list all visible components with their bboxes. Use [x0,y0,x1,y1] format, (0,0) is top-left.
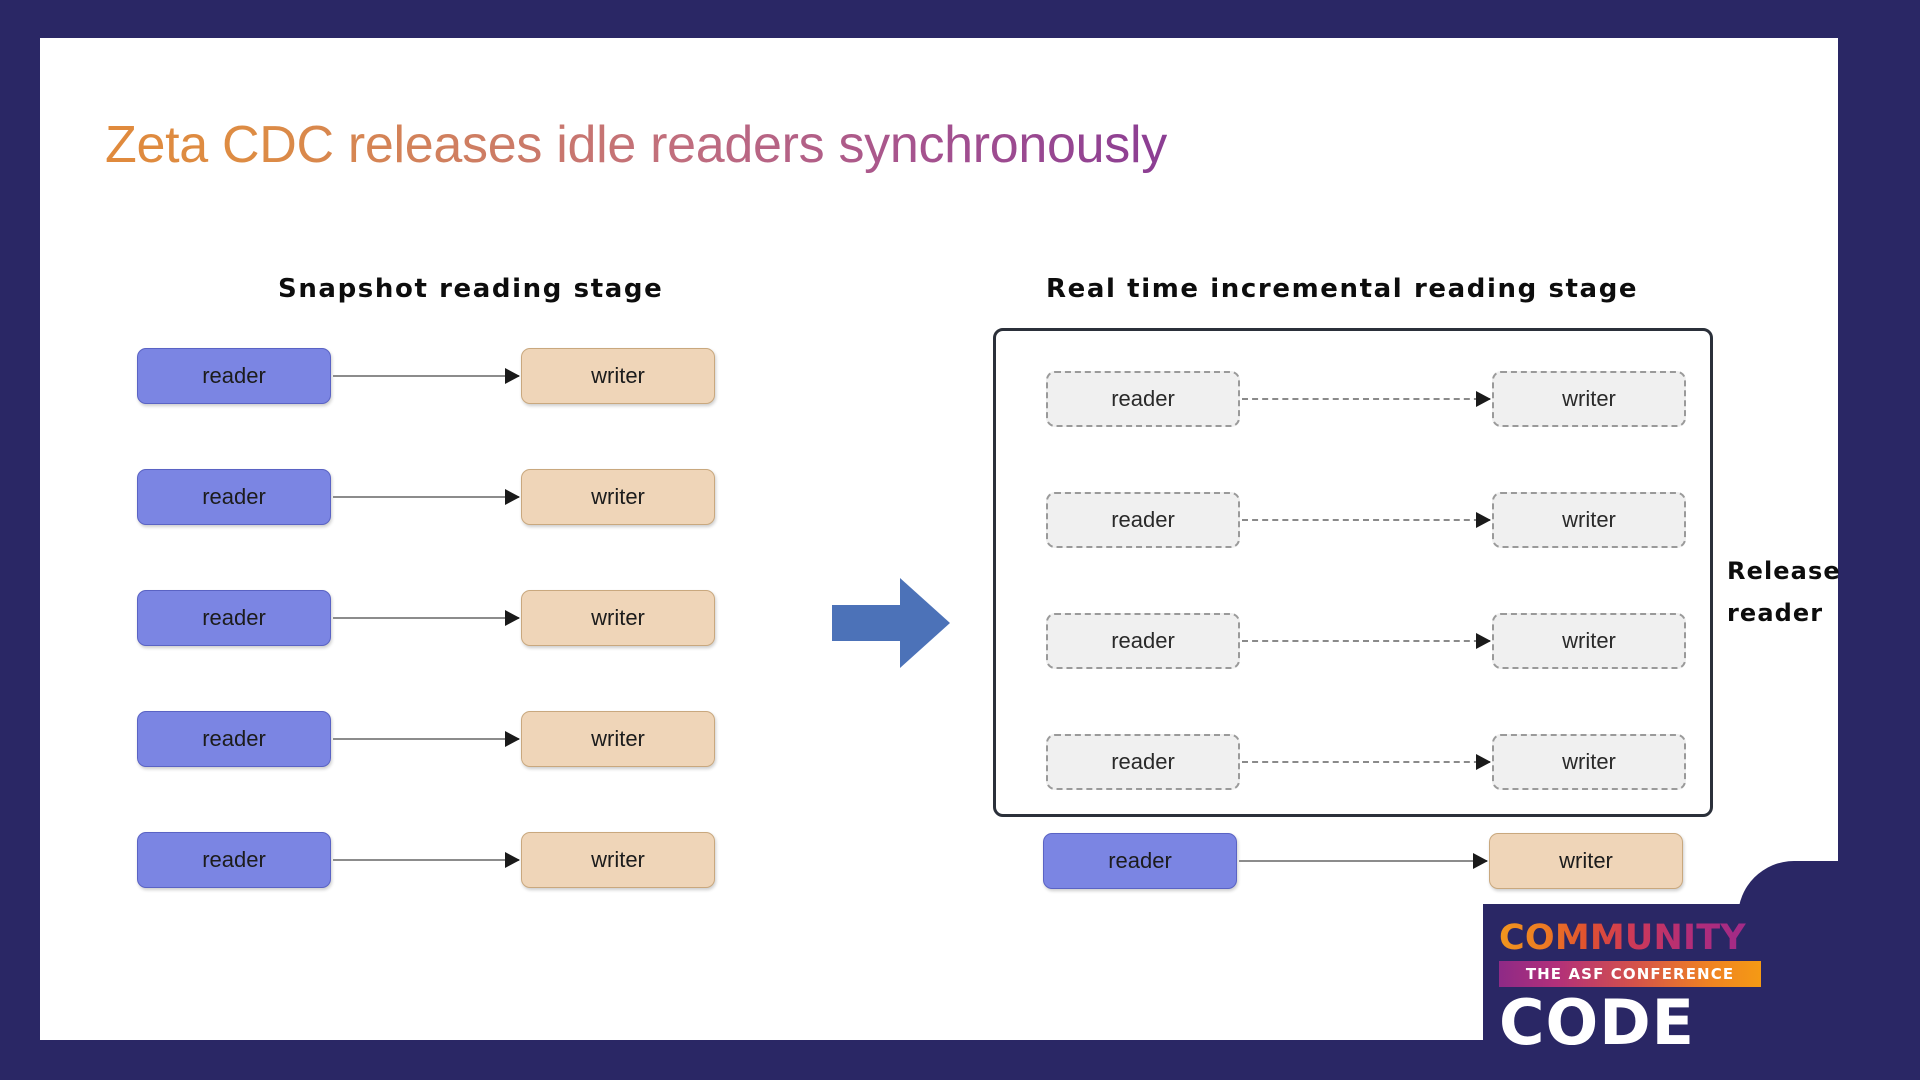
idle-readers-panel: reader writer reader writer reader write… [993,328,1713,817]
arrow-head-icon [1476,391,1491,407]
writer-node[interactable]: writer [521,711,715,767]
flow-row: reader writer [1046,734,1686,790]
arrow-head-icon [505,489,520,505]
reader-node[interactable]: reader [137,469,331,525]
flow-row: reader writer [1046,492,1686,548]
logo-tagline-bar: THE ASF CONFERENCE [1499,961,1761,987]
release-reader-annotation: Release reader [1727,550,1857,634]
conference-logo: COMMUNITY THE ASF CONFERENCE CODE [1483,861,1848,1080]
flow-row: reader writer [137,348,715,404]
writer-node[interactable]: writer [1492,613,1686,669]
reader-node[interactable]: reader [137,832,331,888]
release-reader-line2: reader [1727,599,1824,627]
logo-plate: COMMUNITY THE ASF CONFERENCE CODE [1483,904,1778,1080]
connector-arrow [1242,754,1491,770]
arrow-head-icon [1476,633,1491,649]
logo-tagline-text: THE ASF CONFERENCE [1525,965,1735,983]
flow-row: reader writer [137,711,715,767]
incremental-stage-caption: Real time incremental reading stage [1046,274,1639,304]
reader-node[interactable]: reader [1046,734,1240,790]
connector-arrow [333,368,520,384]
reader-node[interactable]: reader [137,348,331,404]
flow-row: reader writer [137,832,715,888]
arrow-head-icon [505,852,520,868]
reader-node[interactable]: reader [1046,492,1240,548]
connector-arrow [1239,853,1488,869]
reader-node[interactable]: reader [1046,371,1240,427]
writer-node[interactable]: writer [1492,492,1686,548]
writer-node[interactable]: writer [521,590,715,646]
flow-row: reader writer [137,469,715,525]
writer-node[interactable]: writer [1492,734,1686,790]
flow-row: reader writer [1046,613,1686,669]
flow-row: reader writer [137,590,715,646]
connector-arrow [1242,633,1491,649]
arrow-head-icon [505,368,520,384]
snapshot-stage-caption: Snapshot reading stage [278,274,664,304]
page-title: Zeta CDC releases idle readers synchrono… [105,116,1167,174]
arrow-head-icon [1476,512,1491,528]
connector-arrow [333,731,520,747]
writer-node[interactable]: writer [521,832,715,888]
connector-arrow [333,610,520,626]
logo-code-text: CODE [1499,986,1696,1059]
slide-root: Zeta CDC releases idle readers synchrono… [0,0,1920,1080]
reader-node[interactable]: reader [137,590,331,646]
flow-row: reader writer [1046,371,1686,427]
release-reader-line1: Release [1727,557,1841,585]
connector-arrow [1242,512,1491,528]
reader-node[interactable]: reader [1043,833,1237,889]
reader-node[interactable]: reader [137,711,331,767]
writer-node[interactable]: writer [521,469,715,525]
right-arrow-icon [832,578,950,668]
arrow-head-icon [505,610,520,626]
writer-node[interactable]: writer [521,348,715,404]
arrow-head-icon [1476,754,1491,770]
connector-arrow [333,852,520,868]
reader-node[interactable]: reader [1046,613,1240,669]
arrow-head-icon [505,731,520,747]
connector-arrow [1242,391,1491,407]
writer-node[interactable]: writer [1492,371,1686,427]
connector-arrow [333,489,520,505]
logo-community-text: COMMUNITY [1499,918,1762,958]
